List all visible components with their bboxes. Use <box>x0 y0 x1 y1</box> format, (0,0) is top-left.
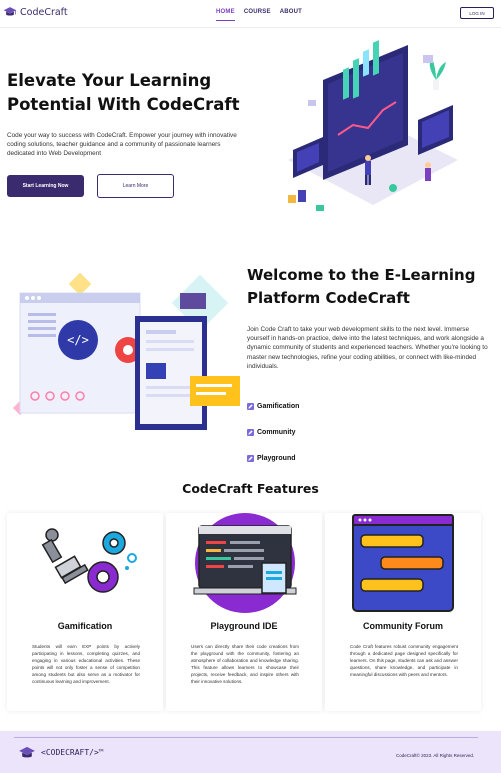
feature-highlight-list: Gamification Community Playground <box>247 393 299 471</box>
card-title: Community Forum <box>363 621 443 631</box>
brand-name: CodeCraft <box>20 6 68 18</box>
hero-subtitle: Code your way to success with CodeCraft.… <box>7 132 237 157</box>
list-item: Gamification <box>247 393 299 419</box>
graduation-cap-icon <box>19 746 35 758</box>
list-item: Playground <box>247 445 299 471</box>
card-text: Users can directly share their code crea… <box>191 644 299 684</box>
nav-link-home[interactable]: HOME <box>216 9 235 21</box>
card-title: Playground IDE <box>210 621 278 631</box>
feature-card-community: Community Forum Code Craft features robu… <box>325 513 481 711</box>
card-text: Students will earn EXP points by activel… <box>32 644 140 684</box>
login-button[interactable]: LOG IN <box>460 7 494 19</box>
feature-label: Community <box>257 428 296 436</box>
brand-logo[interactable]: CodeCraft <box>3 5 68 19</box>
chess-gears-icon <box>41 528 137 593</box>
feature-card-playground: Playground IDE Users can directly share … <box>166 513 322 711</box>
footer-divider <box>14 737 478 738</box>
nav-links: HOME COURSE ABOUT <box>216 9 302 21</box>
list-item: Community <box>247 419 299 445</box>
features-title: CodeCraft Features <box>182 481 319 496</box>
card-title: Gamification <box>57 621 113 631</box>
card-text: Code Craft features robust community eng… <box>350 644 458 677</box>
graduation-cap-icon <box>3 7 17 16</box>
nav-link-about[interactable]: ABOUT <box>280 9 302 21</box>
welcome-title: Welcome to the E-Learning Platform CodeC… <box>247 266 476 307</box>
footer: <CODECRAFT/>™ CodeCraft© 2023. All Right… <box>0 731 501 773</box>
feature-label: Playground <box>257 454 296 462</box>
svg-text:</>: </> <box>67 333 89 347</box>
welcome-illustration: </> <box>12 272 240 430</box>
top-nav: CodeCraft HOME COURSE ABOUT LOG IN <box>0 0 501 28</box>
code-editor-icon <box>193 513 297 613</box>
edit-square-icon <box>247 402 254 410</box>
copyright-text: CodeCraft© 2023. All Rights Reserved. <box>396 753 475 758</box>
hero-title: Elevate Your Learning Potential With Cod… <box>7 71 240 114</box>
start-learning-button[interactable]: Start Learning Now <box>7 175 84 197</box>
nav-link-course[interactable]: COURSE <box>244 9 271 21</box>
chat-window-icon <box>352 514 454 612</box>
footer-brand: <CODECRAFT/>™ <box>41 748 104 757</box>
learn-more-button[interactable]: Learn More <box>97 174 174 198</box>
hero-illustration <box>288 40 458 211</box>
feature-card-gamification: Gamification Students will earn EXP poin… <box>7 513 163 711</box>
edit-square-icon <box>247 428 254 436</box>
edit-square-icon <box>247 454 254 462</box>
welcome-text: Join Code Craft to take your web develop… <box>247 326 488 370</box>
feature-label: Gamification <box>257 402 300 410</box>
